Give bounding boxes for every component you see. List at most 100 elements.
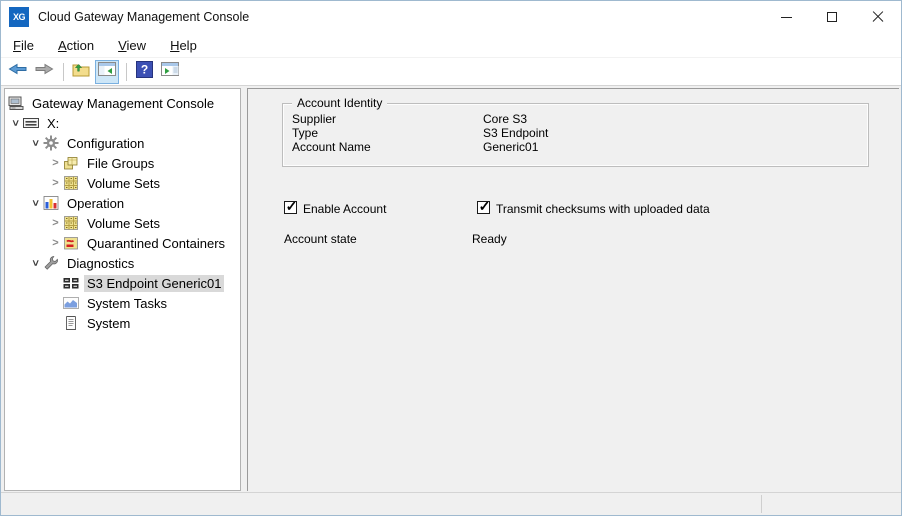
tree-item-gateway-management-console[interactable]: Gateway Management Console [5,93,240,113]
endpoint-icon [63,275,79,291]
enable-account-label: Enable Account [303,202,386,216]
forward-icon [34,61,54,82]
tree-item-label: Quarantined Containers [84,235,228,252]
show-hide-console-tree-button[interactable] [95,60,119,84]
tree-item-label: System Tasks [84,295,170,312]
close-icon [872,11,884,23]
transmit-checksums-checkbox-row: ✓ Transmit checksums with uploaded data [477,201,710,216]
transmit-checksums-checkbox[interactable]: ✓ [477,201,490,214]
chevron-right-icon[interactable] [48,176,63,191]
field-value: S3 Endpoint [483,126,548,140]
document-icon [63,315,79,331]
menu-file[interactable]: File [5,35,42,56]
tree-item-configuration[interactable]: Configuration [5,133,240,153]
quarantine-icon [63,235,79,251]
chevron-placeholder [48,316,63,331]
enable-account-checkbox[interactable]: ✓ [284,201,297,214]
tree-item-label: Diagnostics [64,255,137,272]
show-hide-action-pane-button[interactable] [158,60,182,84]
tree-item-label: Gateway Management Console [29,95,217,112]
app-window: XG Cloud Gateway Management Console File… [0,0,902,516]
menu-help[interactable]: Help [162,35,205,56]
account-state-value: Ready [472,232,507,246]
computer-icon [8,95,24,111]
back-icon [8,61,28,82]
up-one-level-folder-icon [72,61,90,82]
volume-sets-icon [63,215,79,231]
field-label: Type [292,126,318,140]
help-button[interactable]: ? [132,60,156,84]
tree-item-s3-endpoint-generic01[interactable]: S3 Endpoint Generic01 [5,273,240,293]
transmit-checksums-label: Transmit checksums with uploaded data [496,202,710,216]
field-label: Supplier [292,112,336,126]
close-button[interactable] [855,1,901,33]
help-icon: ? [136,61,153,83]
tree-item-label: File Groups [84,155,157,172]
svg-text:?: ? [140,62,147,76]
back-button[interactable] [6,60,30,84]
minimize-button[interactable] [763,1,809,33]
chevron-down-icon[interactable] [28,136,43,151]
tree-item-volume-sets-operation[interactable]: Volume Sets [5,213,240,233]
checkmark-icon: ✓ [286,201,298,211]
chevron-down-icon[interactable] [28,196,43,211]
gear-icon [43,135,59,151]
details-panel: Account Identity Supplier Core S3 Type S… [247,88,899,491]
minimize-icon [781,17,792,18]
field-label: Account Name [292,140,371,154]
maximize-button[interactable] [809,1,855,33]
toolbar-separator [63,63,64,81]
area-chart-icon [63,295,79,311]
file-groups-icon [63,155,79,171]
console-tree-panel: Gateway Management Console X: Configurat… [4,88,241,491]
menu-bar: File Action View Help [1,33,901,58]
bar-chart-icon [43,195,59,211]
drive-icon [23,115,39,131]
up-one-level-button[interactable] [69,60,93,84]
groupbox-title: Account Identity [292,96,387,110]
field-supplier: Supplier Core S3 [283,112,868,126]
status-bar-divider [761,495,762,513]
tree-item-label: Configuration [64,135,147,152]
menu-view[interactable]: View [110,35,154,56]
tree-item-file-groups[interactable]: File Groups [5,153,240,173]
content-area: Gateway Management Console X: Configurat… [1,86,901,492]
chevron-placeholder [48,276,63,291]
maximize-icon [827,12,837,22]
chevron-right-icon[interactable] [48,216,63,231]
toolbar-separator [126,63,127,81]
tree-item-system-tasks[interactable]: System Tasks [5,293,240,313]
volume-sets-icon [63,175,79,191]
tree-item-diagnostics[interactable]: Diagnostics [5,253,240,273]
wrench-icon [43,255,59,271]
enable-account-checkbox-row: ✓ Enable Account [284,201,386,216]
tree-item-system[interactable]: System [5,313,240,333]
tree-item-label: System [84,315,133,332]
tree-item-label: Volume Sets [84,215,163,232]
window-title: Cloud Gateway Management Console [38,10,249,24]
tree-item-label: S3 Endpoint Generic01 [84,275,224,292]
chevron-right-icon[interactable] [48,236,63,251]
chevron-right-icon[interactable] [48,156,63,171]
account-state-label: Account state [284,232,357,246]
field-value: Core S3 [483,112,527,126]
checkmark-icon: ✓ [479,201,491,211]
forward-button[interactable] [32,60,56,84]
tree-item-operation[interactable]: Operation [5,193,240,213]
tree-item-label: X: [44,115,62,132]
tree-item-quarantined-containers[interactable]: Quarantined Containers [5,233,240,253]
menu-action[interactable]: Action [50,35,102,56]
title-bar[interactable]: XG Cloud Gateway Management Console [1,1,901,33]
chevron-down-icon[interactable] [28,256,43,271]
tree-item-label: Volume Sets [84,175,163,192]
app-icon: XG [9,7,29,27]
status-bar [1,492,901,515]
chevron-placeholder [48,296,63,311]
field-account-name: Account Name Generic01 [283,140,868,154]
field-type: Type S3 Endpoint [283,126,868,140]
chevron-down-icon[interactable] [8,116,23,131]
tree-item-volume-sets-configuration[interactable]: Volume Sets [5,173,240,193]
tree-item-x-drive[interactable]: X: [5,113,240,133]
field-value: Generic01 [483,140,538,154]
account-identity-groupbox: Account Identity Supplier Core S3 Type S… [282,103,869,167]
